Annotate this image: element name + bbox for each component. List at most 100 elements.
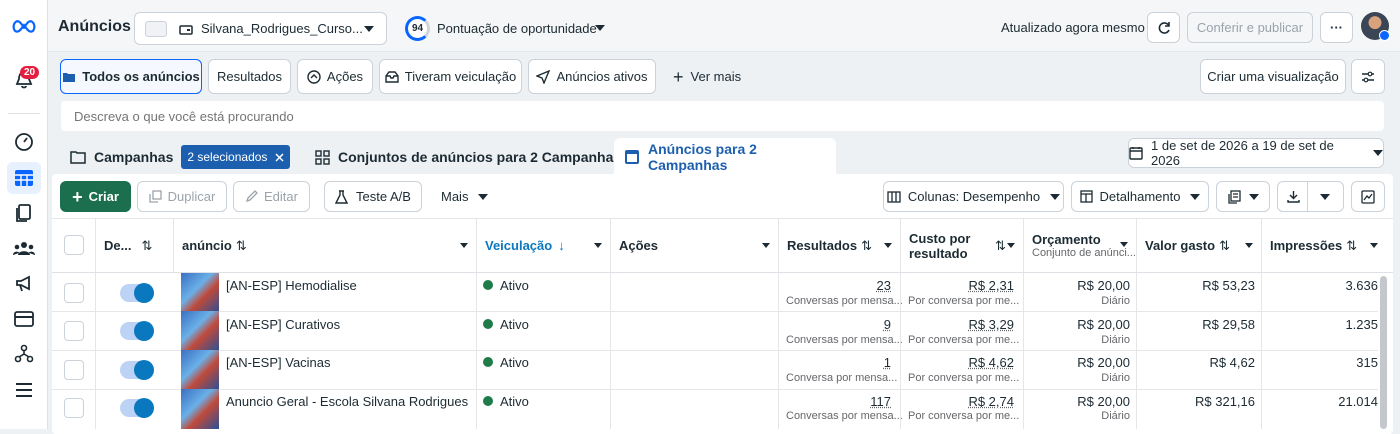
header-results[interactable]: Resultados ⇅ <box>779 218 901 273</box>
row-checkbox[interactable] <box>64 283 84 303</box>
tab-ads[interactable]: Anúncios para 2 Campanhas <box>614 138 836 176</box>
row-checkbox[interactable] <box>64 360 84 380</box>
pages-icon[interactable] <box>12 201 36 225</box>
search-box[interactable] <box>61 101 1384 131</box>
date-range-picker[interactable]: 1 de set de 2026 a 19 de set de 2026 <box>1128 138 1384 168</box>
sort-down-icon[interactable]: ↓ <box>558 238 565 253</box>
header-cost[interactable]: Custo por resultado ⇅ <box>901 218 1024 273</box>
chevron-down-icon[interactable] <box>762 243 770 248</box>
ad-name-link[interactable]: [AN-ESP] Curativos <box>226 317 340 332</box>
view-settings-button[interactable] <box>1351 59 1385 94</box>
duplicate-button[interactable]: Duplicar <box>137 181 227 212</box>
header-actions[interactable]: Ações <box>611 218 779 273</box>
cost-value[interactable]: R$ 4,62 <box>968 355 1014 370</box>
header-select-all[interactable] <box>52 218 96 273</box>
table-row[interactable]: [AN-ESP] Vacinas Ativo 1 Conversa por me… <box>52 351 1378 389</box>
more-actions-dropdown[interactable]: Mais <box>441 189 488 204</box>
table-row[interactable]: Anuncio Geral - Escola Silvana Rodrigues… <box>52 390 1378 429</box>
sort-icon[interactable]: ⇅ <box>236 238 247 254</box>
chevron-down-icon[interactable] <box>594 243 602 248</box>
selected-campaigns-chip[interactable]: 2 selecionados <box>181 145 290 169</box>
create-button[interactable]: + Criar <box>60 181 131 212</box>
chevron-down-icon[interactable] <box>1370 243 1378 248</box>
briefcase-icon <box>179 23 193 35</box>
chevron-down-icon[interactable] <box>884 243 892 248</box>
audiences-icon[interactable] <box>12 236 36 260</box>
charts-button[interactable] <box>1351 181 1385 212</box>
ad-toggle[interactable] <box>120 361 152 379</box>
ad-thumbnail[interactable] <box>181 350 219 390</box>
export-dropdown[interactable] <box>1277 181 1344 212</box>
sort-icon[interactable]: ⇅ <box>1346 238 1357 254</box>
results-value[interactable]: 117 <box>870 394 891 409</box>
chevron-down-icon[interactable] <box>1245 243 1253 248</box>
results-value[interactable]: 9 <box>884 317 891 332</box>
chevron-down-icon[interactable] <box>1120 242 1128 247</box>
header-toggle[interactable]: De... ⇅ <box>96 218 174 273</box>
header-budget[interactable]: Orçamento Conjunto de anúnci... <box>1024 218 1137 273</box>
ad-name-link[interactable]: [AN-ESP] Vacinas <box>226 355 331 370</box>
chevron-down-icon[interactable] <box>460 243 468 248</box>
filter-results[interactable]: Resultados <box>208 59 291 94</box>
meta-logo-icon[interactable] <box>12 14 36 38</box>
search-input[interactable] <box>61 101 1384 131</box>
more-options-button[interactable]: ··· <box>1320 12 1353 43</box>
ad-name-link[interactable]: Anuncio Geral - Escola Silvana Rodrigues <box>226 394 468 409</box>
table-row[interactable]: [AN-ESP] Curativos Ativo 9 Conversas por… <box>52 312 1378 350</box>
breakdown-dropdown[interactable]: Detalhamento <box>1071 181 1209 212</box>
billing-card-icon[interactable] <box>12 307 36 331</box>
ad-thumbnail[interactable] <box>181 273 219 313</box>
chevron-down-icon[interactable] <box>1320 194 1330 200</box>
campaign-megaphone-icon[interactable] <box>12 272 36 296</box>
sort-icon[interactable]: ⇅ <box>141 238 152 254</box>
row-checkbox[interactable] <box>64 321 84 341</box>
dashboard-icon[interactable] <box>12 130 36 154</box>
events-manager-icon[interactable] <box>12 342 36 366</box>
opportunity-score-label[interactable]: Pontuação de oportunidade <box>437 21 597 36</box>
filter-all-ads[interactable]: Todos os anúncios <box>60 59 202 94</box>
ad-window-icon <box>624 149 640 165</box>
ad-thumbnail[interactable] <box>181 311 219 351</box>
ab-test-button[interactable]: Teste A/B <box>324 181 422 212</box>
header-spent[interactable]: Valor gasto ⇅ <box>1137 218 1262 273</box>
filter-delivered[interactable]: Tiveram veiculação <box>379 59 522 94</box>
tab-campaigns[interactable]: Campanhas 2 selecionados <box>60 140 300 174</box>
header-ad[interactable]: anúncio ⇅ <box>174 218 477 273</box>
vertical-scrollbar[interactable] <box>1380 276 1387 429</box>
chevron-down-icon[interactable] <box>1007 243 1015 248</box>
ad-toggle[interactable] <box>120 322 152 340</box>
select-all-checkbox[interactable] <box>64 235 84 255</box>
cost-value[interactable]: R$ 2,31 <box>968 278 1014 293</box>
sort-icon[interactable]: ⇅ <box>1219 238 1230 254</box>
reports-dropdown[interactable] <box>1216 181 1270 212</box>
ad-toggle[interactable] <box>120 399 152 417</box>
header-delivery[interactable]: Veiculação ↓ <box>477 218 611 273</box>
results-value[interactable]: 1 <box>884 355 891 370</box>
table-row[interactable]: [AN-ESP] Hemodialise Ativo 23 Conversas … <box>52 273 1378 311</box>
cost-value[interactable]: R$ 2,74 <box>968 394 1014 409</box>
account-selector[interactable]: Silvana_Rodrigues_Curso... <box>134 12 387 45</box>
columns-dropdown[interactable]: Colunas: Desempenho <box>883 181 1064 212</box>
tab-adsets[interactable]: Conjuntos de anúncios para 2 Campanhas <box>315 140 621 174</box>
ad-thumbnail[interactable] <box>181 389 219 429</box>
cost-value[interactable]: R$ 3,29 <box>968 317 1014 332</box>
ad-name-link[interactable]: [AN-ESP] Hemodialise <box>226 278 357 293</box>
sort-icon[interactable]: ⇅ <box>995 238 1006 254</box>
ad-toggle[interactable] <box>120 284 152 302</box>
create-view-button[interactable]: Criar uma visualização <box>1200 59 1346 94</box>
header-impressions[interactable]: Impressões ⇅ <box>1262 218 1386 273</box>
ads-manager-table-icon[interactable] <box>7 162 41 194</box>
filter-active-ads[interactable]: Anúncios ativos <box>528 59 656 94</box>
sort-icon[interactable]: ⇅ <box>861 238 872 254</box>
filter-actions[interactable]: Ações <box>297 59 373 94</box>
results-value[interactable]: 23 <box>877 278 891 293</box>
review-publish-button[interactable]: Conferir e publicar <box>1187 12 1313 43</box>
see-more-filters[interactable]: + Ver mais <box>673 69 741 84</box>
edit-button[interactable]: Editar <box>233 181 310 212</box>
menu-icon[interactable] <box>12 378 36 402</box>
row-checkbox[interactable] <box>64 398 84 418</box>
columns-icon <box>887 191 901 203</box>
chevron-down-icon[interactable] <box>595 25 605 31</box>
close-icon[interactable] <box>275 153 284 162</box>
refresh-button[interactable] <box>1147 12 1180 43</box>
